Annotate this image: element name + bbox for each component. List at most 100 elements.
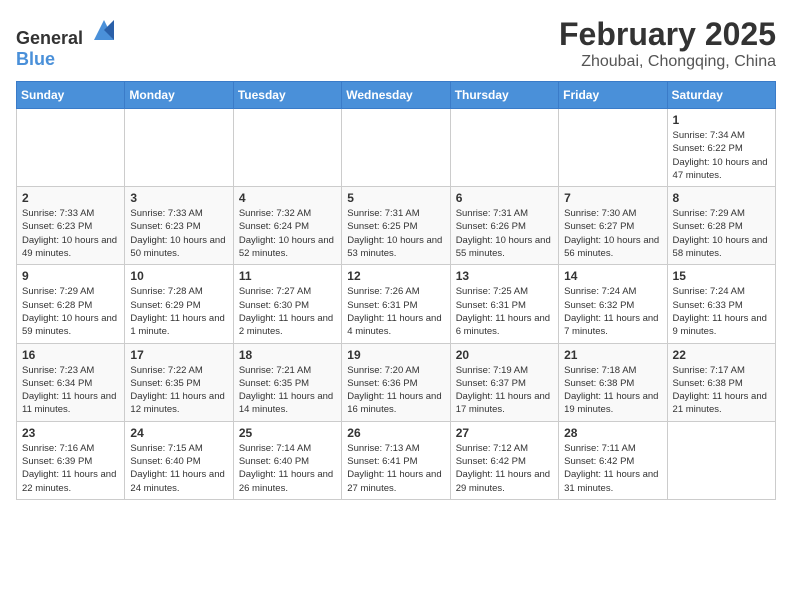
- day-number: 14: [564, 269, 661, 283]
- day-info: Sunrise: 7:28 AM Sunset: 6:29 PM Dayligh…: [130, 285, 227, 338]
- day-info: Sunrise: 7:15 AM Sunset: 6:40 PM Dayligh…: [130, 442, 227, 495]
- day-info: Sunrise: 7:32 AM Sunset: 6:24 PM Dayligh…: [239, 207, 336, 260]
- day-number: 20: [456, 348, 553, 362]
- calendar-cell: 27 Sunrise: 7:12 AM Sunset: 6:42 PM Dayli…: [450, 421, 558, 499]
- calendar-cell: 9 Sunrise: 7:29 AM Sunset: 6:28 PM Daylig…: [17, 265, 125, 343]
- calendar-cell: 4 Sunrise: 7:32 AM Sunset: 6:24 PM Daylig…: [233, 187, 341, 265]
- day-number: 15: [673, 269, 770, 283]
- calendar-week-4: 16 Sunrise: 7:23 AM Sunset: 6:34 PM Dayli…: [17, 343, 776, 421]
- day-number: 27: [456, 426, 553, 440]
- day-number: 16: [22, 348, 119, 362]
- calendar-cell: 21 Sunrise: 7:18 AM Sunset: 6:38 PM Dayli…: [559, 343, 667, 421]
- day-info: Sunrise: 7:13 AM Sunset: 6:41 PM Dayligh…: [347, 442, 444, 495]
- day-info: Sunrise: 7:14 AM Sunset: 6:40 PM Dayligh…: [239, 442, 336, 495]
- month-title: February 2025: [559, 16, 776, 53]
- calendar-cell: 7Sunrise: 7:30 AM Sunset: 6:27 PM Daylig…: [559, 187, 667, 265]
- calendar-table: SundayMondayTuesdayWednesdayThursdayFrid…: [16, 81, 776, 500]
- calendar-cell: 26Sunrise: 7:13 AM Sunset: 6:41 PM Dayli…: [342, 421, 450, 499]
- day-info: Sunrise: 7:23 AM Sunset: 6:34 PM Dayligh…: [22, 364, 119, 417]
- day-info: Sunrise: 7:16 AM Sunset: 6:39 PM Dayligh…: [22, 442, 119, 495]
- day-info: Sunrise: 7:34 AM Sunset: 6:22 PM Dayligh…: [673, 129, 770, 182]
- day-info: Sunrise: 7:22 AM Sunset: 6:35 PM Dayligh…: [130, 364, 227, 417]
- calendar-cell: 10 Sunrise: 7:28 AM Sunset: 6:29 PM Dayli…: [125, 265, 233, 343]
- day-number: 21: [564, 348, 661, 362]
- calendar-cell: 3Sunrise: 7:33 AM Sunset: 6:23 PM Daylig…: [125, 187, 233, 265]
- calendar-cell: 5 Sunrise: 7:31 AM Sunset: 6:25 PM Daylig…: [342, 187, 450, 265]
- day-number: 28: [564, 426, 661, 440]
- day-number: 18: [239, 348, 336, 362]
- calendar-cell: 22 Sunrise: 7:17 AM Sunset: 6:38 PM Dayli…: [667, 343, 775, 421]
- calendar-cell: [667, 421, 775, 499]
- calendar-cell: 13 Sunrise: 7:25 AM Sunset: 6:31 PM Dayli…: [450, 265, 558, 343]
- day-info: Sunrise: 7:31 AM Sunset: 6:25 PM Dayligh…: [347, 207, 444, 260]
- day-info: Sunrise: 7:17 AM Sunset: 6:38 PM Dayligh…: [673, 364, 770, 417]
- day-number: 17: [130, 348, 227, 362]
- calendar-cell: 1 Sunrise: 7:34 AM Sunset: 6:22 PM Daylig…: [667, 109, 775, 187]
- logo: General Blue: [16, 16, 118, 70]
- day-number: 23: [22, 426, 119, 440]
- day-header-tuesday: Tuesday: [233, 82, 341, 109]
- calendar-header-row: SundayMondayTuesdayWednesdayThursdayFrid…: [17, 82, 776, 109]
- calendar-week-3: 9 Sunrise: 7:29 AM Sunset: 6:28 PM Daylig…: [17, 265, 776, 343]
- day-number: 1: [673, 113, 770, 127]
- day-header-saturday: Saturday: [667, 82, 775, 109]
- logo-general: General: [16, 28, 83, 48]
- day-number: 24: [130, 426, 227, 440]
- calendar-cell: 12Sunrise: 7:26 AM Sunset: 6:31 PM Dayli…: [342, 265, 450, 343]
- day-number: 4: [239, 191, 336, 205]
- calendar-cell: 15Sunrise: 7:24 AM Sunset: 6:33 PM Dayli…: [667, 265, 775, 343]
- logo-blue: Blue: [16, 49, 55, 69]
- day-number: 11: [239, 269, 336, 283]
- calendar-cell: 25 Sunrise: 7:14 AM Sunset: 6:40 PM Dayli…: [233, 421, 341, 499]
- calendar-week-5: 23 Sunrise: 7:16 AM Sunset: 6:39 PM Dayli…: [17, 421, 776, 499]
- calendar-cell: 8Sunrise: 7:29 AM Sunset: 6:28 PM Daylig…: [667, 187, 775, 265]
- day-number: 9: [22, 269, 119, 283]
- day-info: Sunrise: 7:12 AM Sunset: 6:42 PM Dayligh…: [456, 442, 553, 495]
- day-info: Sunrise: 7:11 AM Sunset: 6:42 PM Dayligh…: [564, 442, 661, 495]
- day-number: 12: [347, 269, 444, 283]
- calendar-cell: 28 Sunrise: 7:11 AM Sunset: 6:42 PM Dayli…: [559, 421, 667, 499]
- day-number: 2: [22, 191, 119, 205]
- calendar-cell: 2Sunrise: 7:33 AM Sunset: 6:23 PM Daylig…: [17, 187, 125, 265]
- calendar-cell: 18Sunrise: 7:21 AM Sunset: 6:35 PM Dayli…: [233, 343, 341, 421]
- day-header-wednesday: Wednesday: [342, 82, 450, 109]
- day-info: Sunrise: 7:30 AM Sunset: 6:27 PM Dayligh…: [564, 207, 661, 260]
- day-header-thursday: Thursday: [450, 82, 558, 109]
- day-info: Sunrise: 7:29 AM Sunset: 6:28 PM Dayligh…: [673, 207, 770, 260]
- calendar-cell: 14 Sunrise: 7:24 AM Sunset: 6:32 PM Dayli…: [559, 265, 667, 343]
- calendar-cell: 6 Sunrise: 7:31 AM Sunset: 6:26 PM Daylig…: [450, 187, 558, 265]
- day-number: 19: [347, 348, 444, 362]
- day-number: 13: [456, 269, 553, 283]
- day-number: 25: [239, 426, 336, 440]
- day-header-friday: Friday: [559, 82, 667, 109]
- title-area: February 2025 Zhoubai, Chongqing, China: [559, 16, 776, 71]
- calendar-cell: 16 Sunrise: 7:23 AM Sunset: 6:34 PM Dayli…: [17, 343, 125, 421]
- calendar-cell: [233, 109, 341, 187]
- calendar-cell: 24 Sunrise: 7:15 AM Sunset: 6:40 PM Dayli…: [125, 421, 233, 499]
- logo-text: General Blue: [16, 16, 118, 70]
- day-number: 10: [130, 269, 227, 283]
- page-header: General Blue February 2025 Zhoubai, Chon…: [16, 16, 776, 71]
- calendar-cell: 20 Sunrise: 7:19 AM Sunset: 6:37 PM Dayli…: [450, 343, 558, 421]
- day-info: Sunrise: 7:27 AM Sunset: 6:30 PM Dayligh…: [239, 285, 336, 338]
- logo-icon: [90, 16, 118, 44]
- location: Zhoubai, Chongqing, China: [559, 53, 776, 71]
- calendar-cell: 23 Sunrise: 7:16 AM Sunset: 6:39 PM Dayli…: [17, 421, 125, 499]
- day-number: 22: [673, 348, 770, 362]
- day-info: Sunrise: 7:24 AM Sunset: 6:32 PM Dayligh…: [564, 285, 661, 338]
- day-info: Sunrise: 7:31 AM Sunset: 6:26 PM Dayligh…: [456, 207, 553, 260]
- calendar-cell: 17 Sunrise: 7:22 AM Sunset: 6:35 PM Dayli…: [125, 343, 233, 421]
- day-number: 5: [347, 191, 444, 205]
- calendar-cell: [125, 109, 233, 187]
- calendar-week-2: 2 Sunrise: 7:33 AM Sunset: 6:23 PM Daylig…: [17, 187, 776, 265]
- day-header-sunday: Sunday: [17, 82, 125, 109]
- day-info: Sunrise: 7:29 AM Sunset: 6:28 PM Dayligh…: [22, 285, 119, 338]
- day-info: Sunrise: 7:25 AM Sunset: 6:31 PM Dayligh…: [456, 285, 553, 338]
- calendar-cell: [450, 109, 558, 187]
- day-header-monday: Monday: [125, 82, 233, 109]
- day-number: 6: [456, 191, 553, 205]
- day-info: Sunrise: 7:33 AM Sunset: 6:23 PM Dayligh…: [130, 207, 227, 260]
- day-info: Sunrise: 7:20 AM Sunset: 6:36 PM Dayligh…: [347, 364, 444, 417]
- day-info: Sunrise: 7:19 AM Sunset: 6:37 PM Dayligh…: [456, 364, 553, 417]
- day-info: Sunrise: 7:18 AM Sunset: 6:38 PM Dayligh…: [564, 364, 661, 417]
